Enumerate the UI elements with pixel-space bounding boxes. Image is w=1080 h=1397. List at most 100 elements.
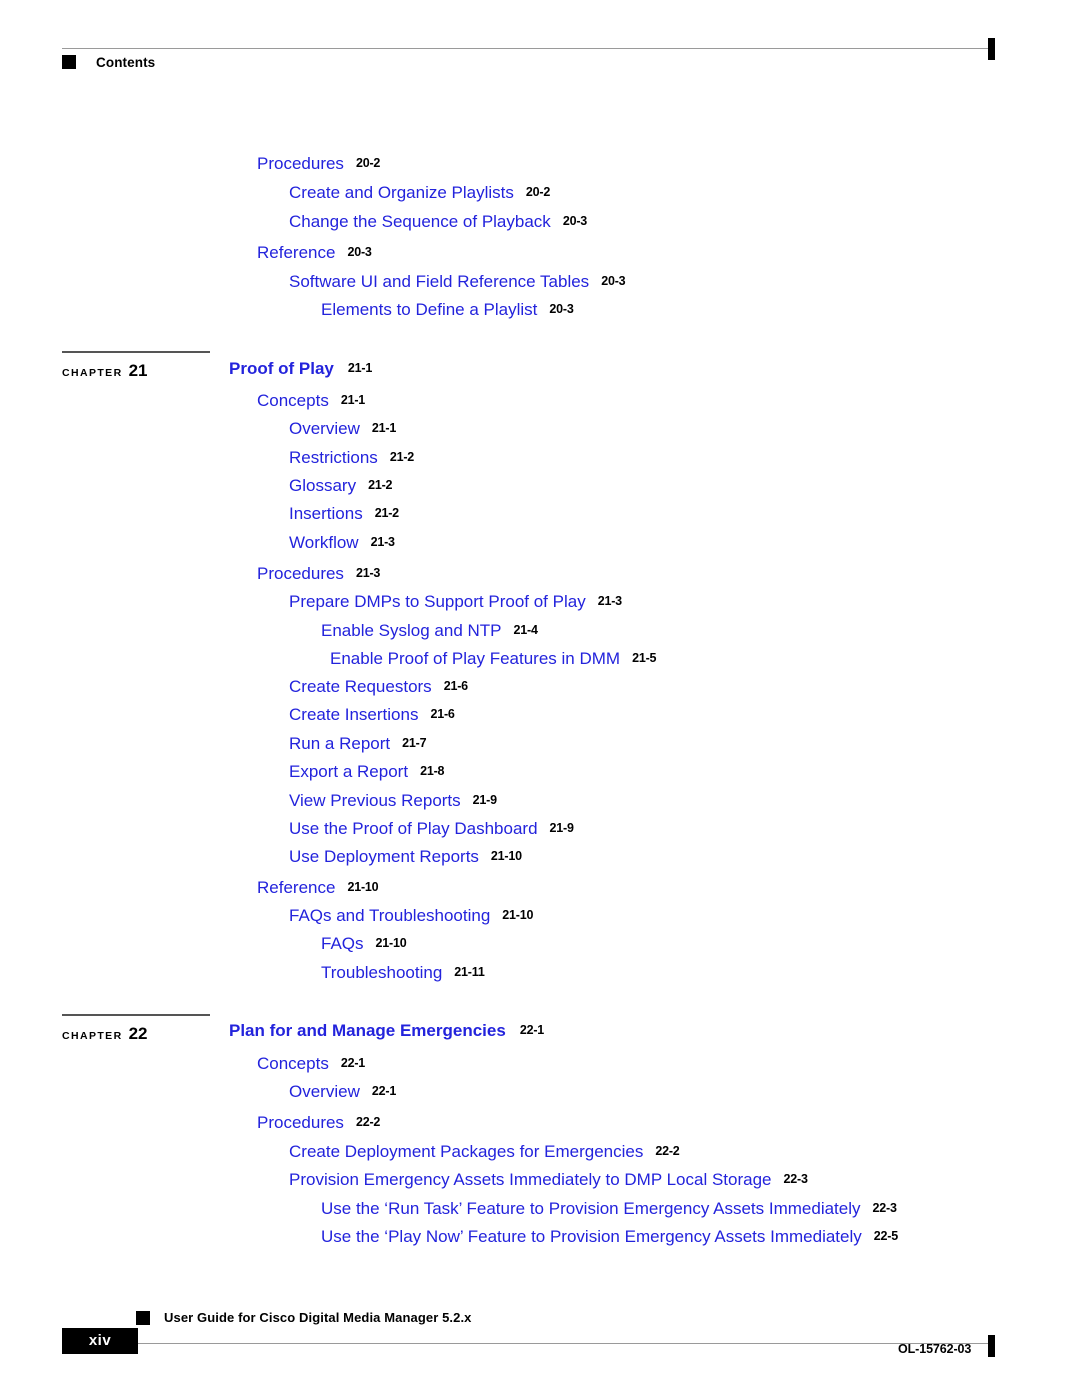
toc-entry-title[interactable]: Concepts (257, 1054, 329, 1073)
running-head-title: Contents (96, 55, 156, 70)
toc-entry-title[interactable]: Troubleshooting (321, 963, 442, 982)
toc-entry[interactable]: Use the Proof of Play Dashboard 21-9 (289, 820, 574, 837)
toc-entry-title[interactable]: Procedures (257, 1113, 344, 1132)
chapter-title-row[interactable]: Proof of Play 21-1 (229, 359, 372, 379)
toc-entry[interactable]: Elements to Define a Playlist 20-3 (321, 301, 574, 318)
toc-entry-title[interactable]: Use the ‘Play Now’ Feature to Provision … (321, 1227, 862, 1246)
toc-entry-page-number: 21-6 (443, 679, 468, 693)
toc-entry[interactable]: Export a Report 21-8 (289, 763, 444, 780)
toc-entry[interactable]: Procedures 22-2 (257, 1114, 380, 1131)
toc-entry-page-number: 21-1 (371, 421, 397, 435)
toc-entry-title[interactable]: Overview (289, 1082, 360, 1101)
document-id: OL-15762-03 (898, 1342, 972, 1356)
toc-entry[interactable]: Reference 20-3 (257, 244, 372, 261)
toc-entry-title[interactable]: Run a Report (289, 734, 390, 753)
chapter-title-row[interactable]: Plan for and Manage Emergencies 22-1 (229, 1021, 544, 1041)
toc-entry-title[interactable]: Use the ‘Run Task’ Feature to Provision … (321, 1199, 861, 1218)
toc-entry-page-number: 21-1 (340, 393, 366, 407)
toc-entry-title[interactable]: Provision Emergency Assets Immediately t… (289, 1170, 772, 1189)
toc-entry-page-number: 22-3 (783, 1172, 808, 1186)
chapter-page-number: 21-1 (347, 361, 373, 375)
toc-entry[interactable]: Insertions 21-2 (289, 505, 399, 522)
toc-entry[interactable]: Prepare DMPs to Support Proof of Play 21-… (289, 593, 622, 610)
toc-entry[interactable]: Provision Emergency Assets Immediately t… (289, 1171, 808, 1188)
toc-entry-title[interactable]: Use the Proof of Play Dashboard (289, 819, 538, 838)
toc-entry-title[interactable]: Prepare DMPs to Support Proof of Play (289, 592, 586, 611)
toc-entry[interactable]: Create Insertions 21-6 (289, 706, 455, 723)
toc-entry[interactable]: Use the ‘Play Now’ Feature to Provision … (321, 1228, 898, 1245)
toc-entry-title[interactable]: FAQs (321, 934, 364, 953)
toc-entry-title[interactable]: Procedures (257, 154, 344, 173)
toc-entry[interactable]: Reference 21-10 (257, 878, 379, 897)
toc-entry[interactable]: Glossary 21-2 (289, 477, 392, 494)
toc-entry-title[interactable]: Reference (257, 243, 335, 262)
toc-entry-title[interactable]: Change the Sequence of Playback (289, 212, 551, 231)
toc-entry-title[interactable]: Overview (289, 419, 360, 438)
toc-entry-page-number: 21-6 (430, 707, 455, 721)
chapter-number: 21 (128, 361, 148, 380)
toc-entry-page-number: 21-4 (513, 623, 538, 637)
toc-entry-page-number: 20-2 (525, 185, 551, 199)
toc-entry[interactable]: Run a Report 21-7 (289, 734, 427, 753)
toc-entry[interactable]: Concepts 21-1 (257, 392, 365, 409)
chapter-title[interactable]: Proof of Play (229, 359, 334, 378)
toc-entry[interactable]: Create Deployment Packages for Emergenci… (289, 1143, 680, 1160)
toc-entry[interactable]: Concepts 22-1 (257, 1055, 365, 1072)
toc-entry[interactable]: Restrictions 21-2 (289, 449, 414, 466)
toc-entry-title[interactable]: Restrictions (289, 448, 378, 467)
toc-entry[interactable]: Create and Organize Playlists 20-2 (289, 184, 550, 201)
toc-entry[interactable]: Procedures 21-3 (257, 565, 380, 582)
toc-entry[interactable]: Overview 21-1 (289, 420, 396, 437)
toc-entry-page-number: 21-11 (454, 965, 485, 979)
toc-entry[interactable]: Troubleshooting 21-11 (321, 964, 485, 981)
toc-entry[interactable]: Use the ‘Run Task’ Feature to Provision … (321, 1200, 897, 1217)
toc-entry-title[interactable]: Glossary (289, 476, 356, 495)
header-divider (62, 48, 990, 49)
page-header: Contents (0, 0, 1080, 90)
toc-entry-title[interactable]: Software UI and Field Reference Tables (289, 272, 589, 291)
page-footer: User Guide for Cisco Digital Media Manag… (0, 1296, 1080, 1397)
toc-entry[interactable]: Change the Sequence of Playback 20-3 (289, 213, 587, 230)
toc-entry-page-number: 22-2 (655, 1144, 680, 1158)
toc-entry-page-number: 21-8 (420, 764, 445, 778)
toc-entry[interactable]: FAQs 21-10 (321, 935, 407, 952)
chapter-rule (62, 351, 210, 353)
chapter-title[interactable]: Plan for and Manage Emergencies (229, 1021, 506, 1040)
toc-entry-title[interactable]: Insertions (289, 504, 363, 523)
toc-entry[interactable]: FAQs and Troubleshooting 21-10 (289, 907, 533, 924)
toc-entry[interactable]: Workflow 21-3 (289, 534, 395, 551)
footer-guide-title: User Guide for Cisco Digital Media Manag… (164, 1310, 472, 1325)
toc-entry-page-number: 21-9 (472, 793, 497, 807)
toc-entry[interactable]: Enable Proof of Play Features in DMM 21-5 (330, 650, 656, 667)
toc-entry-page-number: 21-10 (502, 908, 534, 922)
toc-entry-title[interactable]: Create Insertions (289, 705, 418, 724)
black-square-icon (136, 1311, 150, 1325)
toc-entry-title[interactable]: Create Deployment Packages for Emergenci… (289, 1142, 643, 1161)
toc-entry[interactable]: Enable Syslog and NTP 21-4 (321, 622, 538, 639)
toc-entry[interactable]: Procedures 20-2 (257, 155, 380, 172)
toc-entry-page-number: 22-1 (340, 1056, 366, 1070)
chapter-number: 22 (128, 1024, 148, 1043)
toc-entry-title[interactable]: Concepts (257, 391, 329, 410)
toc-entry-title[interactable]: View Previous Reports (289, 791, 461, 810)
toc-entry[interactable]: Use Deployment Reports 21-10 (289, 848, 522, 865)
toc-entry-title[interactable]: Workflow (289, 533, 359, 552)
toc-entry-title[interactable]: Enable Proof of Play Features in DMM (330, 649, 620, 668)
toc-entry-title[interactable]: Create Requestors (289, 677, 432, 696)
chapter-page-number: 22-1 (519, 1023, 545, 1037)
toc-entry[interactable]: Create Requestors 21-6 (289, 678, 468, 695)
toc-entry-title[interactable]: Export a Report (289, 762, 408, 781)
toc-entry-title[interactable]: Elements to Define a Playlist (321, 300, 537, 319)
toc-entry-title[interactable]: Procedures (257, 564, 344, 583)
toc-entry[interactable]: View Previous Reports 21-9 (289, 792, 497, 809)
toc-entry-page-number: 21-3 (597, 594, 622, 608)
toc-entry-page-number: 21-3 (355, 566, 381, 580)
toc-entry[interactable]: Software UI and Field Reference Tables 20… (289, 272, 626, 291)
toc-entry[interactable]: Overview 22-1 (289, 1083, 396, 1100)
toc-entry-title[interactable]: Reference (257, 878, 335, 897)
toc-entry-title[interactable]: Create and Organize Playlists (289, 183, 514, 202)
toc-entry-page-number: 21-10 (490, 849, 522, 863)
toc-entry-title[interactable]: Use Deployment Reports (289, 847, 479, 866)
toc-entry-title[interactable]: Enable Syslog and NTP (321, 621, 502, 640)
toc-entry-title[interactable]: FAQs and Troubleshooting (289, 906, 490, 925)
